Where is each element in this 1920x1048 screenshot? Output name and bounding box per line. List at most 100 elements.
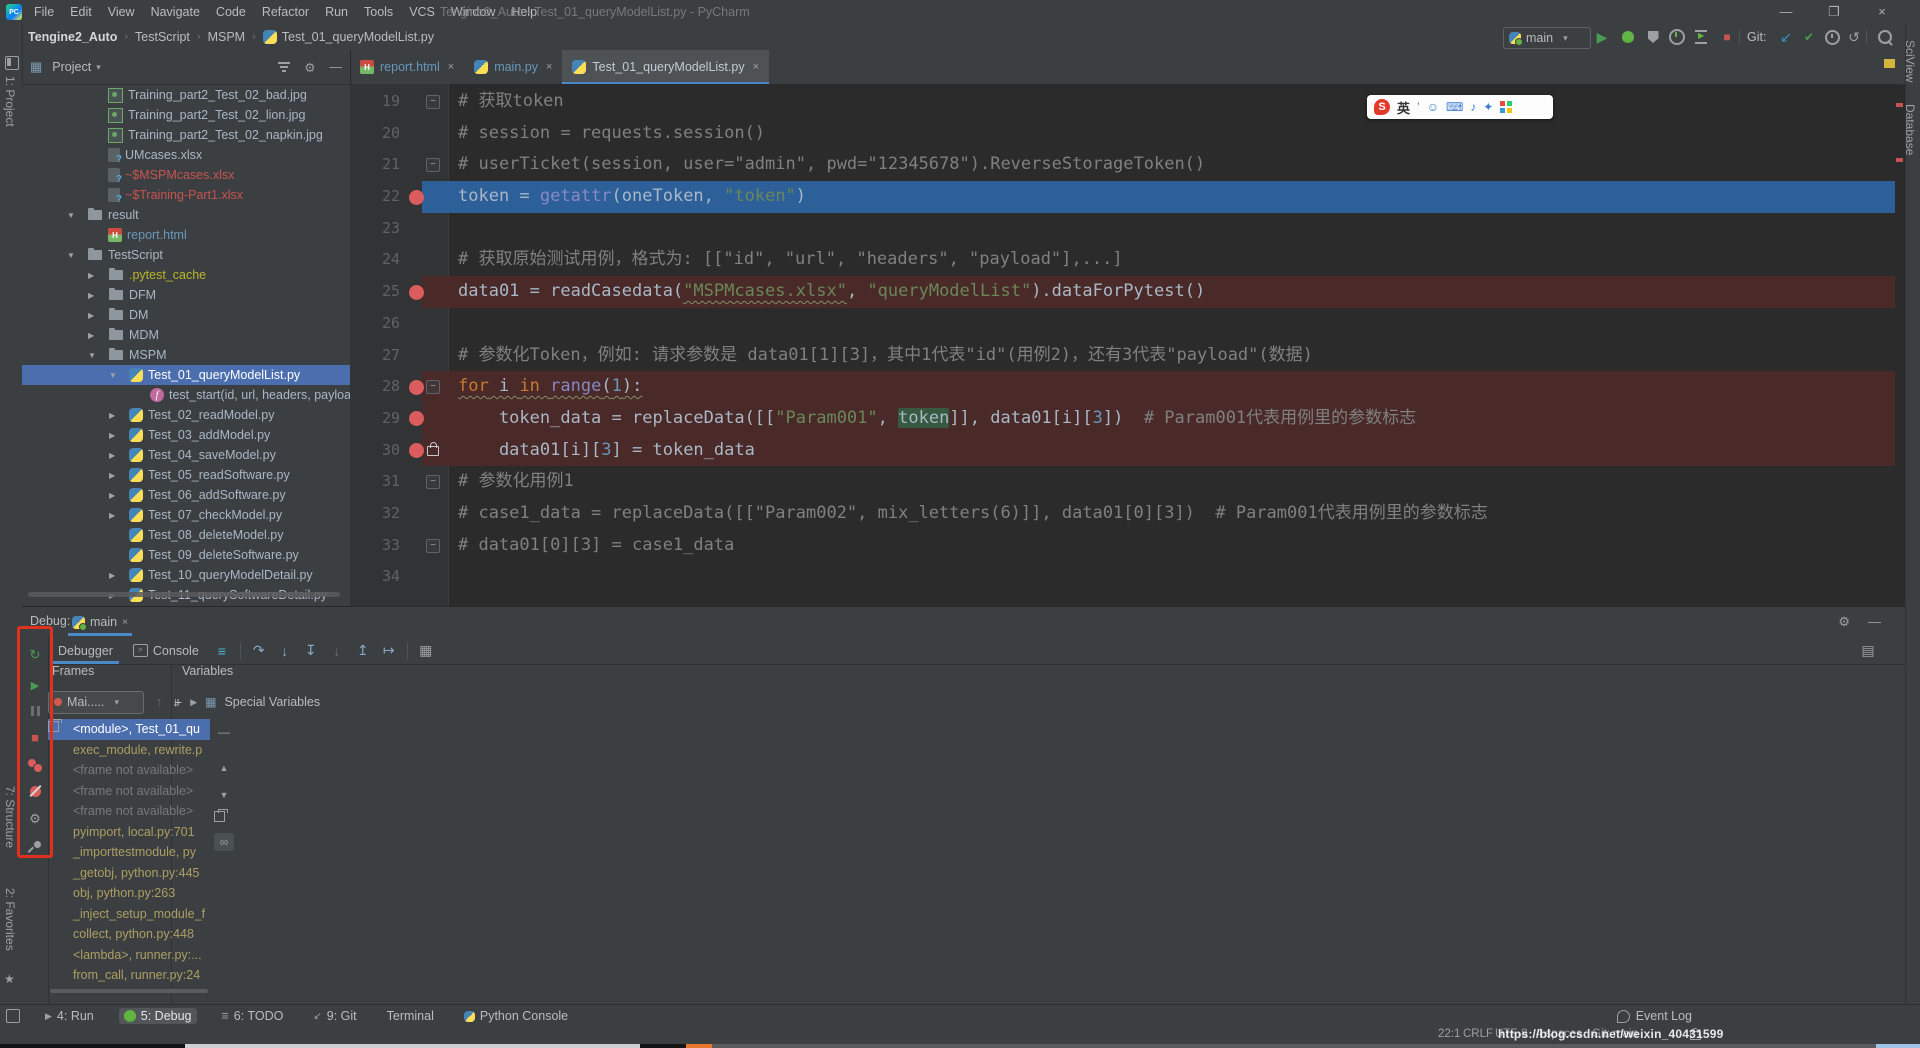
maximize-button[interactable]: ❐ [1816,0,1852,24]
editor-tab[interactable]: report.html × [350,50,464,84]
show-all-frames-toggle[interactable]: ∞ [214,833,234,851]
menu-item-vcs[interactable]: VCS [401,0,443,24]
menu-item-refactor[interactable]: Refactor [254,0,317,24]
close-icon[interactable]: × [448,61,454,73]
add-watch-button[interactable]: + [174,694,182,710]
coverage-button[interactable] [1642,27,1664,47]
stack-frame-item[interactable]: <frame not available> [48,801,210,822]
profiler-button[interactable] [1666,27,1688,47]
stop-button[interactable]: ■ [1716,27,1738,47]
code-line[interactable]: 30 data01[i][3] = token_data [350,434,1895,467]
run-button[interactable]: ▶ [1591,27,1613,47]
tree-item[interactable]: ▶ Test_07_checkModel.py [22,505,350,525]
copy-frames-icon[interactable] [214,809,234,827]
menu-item-tools[interactable]: Tools [356,0,401,24]
rerun-button[interactable]: ↻ [22,645,48,665]
code-line[interactable]: 19 − # 获取token [350,86,1895,118]
caret-position[interactable]: 22:1 [1438,1028,1460,1040]
breakpoint-icon[interactable] [409,411,424,427]
update-project-button[interactable]: ↙ [1775,27,1797,47]
run-configuration-select[interactable]: main ▾ [1503,27,1591,49]
tree-item[interactable]: UMcases.xlsx [22,145,350,165]
code-line[interactable]: 22 token = getattr(oneToken, "token") [350,181,1895,213]
thread-select[interactable]: Mai..... ▾ [48,690,144,714]
minus-icon[interactable]: — [214,723,234,741]
tab-console[interactable]: > Console [123,637,209,664]
menu-item-code[interactable]: Code [208,0,254,24]
run-to-cursor-button[interactable]: ↦ [376,642,402,659]
code-line[interactable]: 20 # session = requests.session() [350,118,1895,150]
fold-marker[interactable]: − [426,380,440,395]
breakpoint-icon[interactable] [409,443,424,459]
tree-item[interactable]: ~$Training-Part1.xlsx [22,185,350,205]
tree-item[interactable]: ▼ result [22,205,350,225]
scroll-down-icon[interactable]: ▼ [214,786,234,804]
close-icon[interactable]: × [753,61,759,73]
menu-item-file[interactable]: File [26,0,62,24]
breakpoint-icon[interactable] [409,189,424,205]
stop-debug-button[interactable]: ■ [22,727,48,747]
close-button[interactable]: × [1864,0,1900,24]
minimize-button[interactable]: — [1768,0,1804,24]
step-into-button[interactable]: ↓ [272,643,298,659]
step-over-button[interactable]: ↷ [246,642,272,659]
inspection-indicator[interactable] [1884,59,1895,68]
fold-marker[interactable]: − [426,475,440,490]
breadcrumb-item[interactable]: Tengine2_Auto [28,30,117,44]
fold-marker[interactable]: − [426,538,440,553]
tree-item[interactable]: ▶ Test_05_readSoftware.py [22,465,350,485]
code-line[interactable]: 25 data01 = readCasedata("MSPMcases.xlsx"… [350,276,1895,308]
tree-item[interactable]: ~$MSPMcases.xlsx [22,165,350,185]
tool-window-button-terminal[interactable]: Terminal [382,1008,439,1024]
error-stripe-mark[interactable] [1896,103,1903,107]
scroll-up-icon[interactable]: ▲ [214,759,234,777]
stack-frame-item[interactable]: _getobj, python.py:445 [48,863,210,884]
sidebar-item-project[interactable]: 1: Project [3,76,17,127]
breadcrumb-item[interactable]: MSPM [208,30,246,44]
menu-item-navigate[interactable]: Navigate [143,0,208,24]
code-line[interactable]: 34 [350,561,1895,593]
debug-button[interactable] [1617,27,1639,47]
code-line[interactable]: 26 [350,308,1895,340]
line-ending-indicator[interactable]: CRLF [1463,1028,1493,1040]
code-line[interactable]: 33 − # data01[0][3] = case1_data [350,530,1895,562]
gear-icon[interactable]: ⚙ [304,60,315,75]
frames-horizontal-scrollbar[interactable] [50,989,208,993]
threads-view-icon[interactable]: ≡ [209,643,235,659]
code-lines[interactable]: 19 − # 获取token 20 # session = requests.sessi… [350,86,1895,593]
breadcrumb-item[interactable]: TestScript [135,30,190,44]
sidebar-item-favorites[interactable]: 2: Favorites [3,888,17,951]
tree-item[interactable]: ▼ Test_01_queryModelList.py [22,365,350,385]
tool-window-button-debug[interactable]: 5: Debug [118,1008,197,1024]
evaluate-expression-button[interactable]: ▦ [413,642,439,659]
menu-item-edit[interactable]: Edit [62,0,100,24]
tree-item[interactable]: ▶ DFM [22,285,350,305]
hide-panel-icon[interactable]: — [330,60,343,74]
debug-session-tab[interactable]: main × [68,610,132,636]
tree-item[interactable]: ▶ Test_10_queryModelDetail.py [22,565,350,585]
sidebar-item-structure[interactable]: 7: Structure [3,786,17,848]
editor-tab[interactable]: Test_01_queryModelList.py × [562,50,770,85]
code-line[interactable]: 24 # 获取原始测试用例，格式为: [["id", "url", "header… [350,244,1895,276]
commit-button[interactable]: ✔ [1798,27,1820,47]
fold-marker[interactable]: − [426,95,440,109]
code-line[interactable]: 31 − # 参数化用例1 [350,466,1895,498]
stack-frame-item[interactable]: collect, python.py:448 [48,924,210,945]
code-line[interactable]: 29 token_data = replaceData([["Param001"… [350,402,1895,435]
tool-window-switcher-icon[interactable] [6,1009,20,1023]
ime-punct-icon[interactable]: ’ [1417,100,1420,114]
step-into-my-code-button[interactable]: ↧ [298,642,324,659]
tree-item[interactable]: ▶ .pytest_cache [22,265,350,285]
sidebar-item-sciview[interactable]: SciView [1903,40,1917,82]
tree-item[interactable]: ▶ Test_02_readModel.py [22,405,350,425]
stack-frame-item[interactable]: _importtestmodule, py [48,842,210,863]
tool-window-button-run[interactable]: ▶ 4: Run [40,1008,99,1024]
code-line[interactable]: 28 − for i in range(1): [350,371,1895,403]
tree-item[interactable]: report.html [22,225,350,245]
tree-item[interactable]: ▶ DM [22,305,350,325]
code-line[interactable]: 21 − # userTicket(session, user="admin", p… [350,149,1895,181]
emoji-icon[interactable]: ☺ [1427,100,1439,114]
editor-tab[interactable]: main.py × [464,50,562,84]
stack-frame-item[interactable]: <module>, Test_01_qu [48,719,210,740]
filter-icon[interactable] [278,60,291,74]
